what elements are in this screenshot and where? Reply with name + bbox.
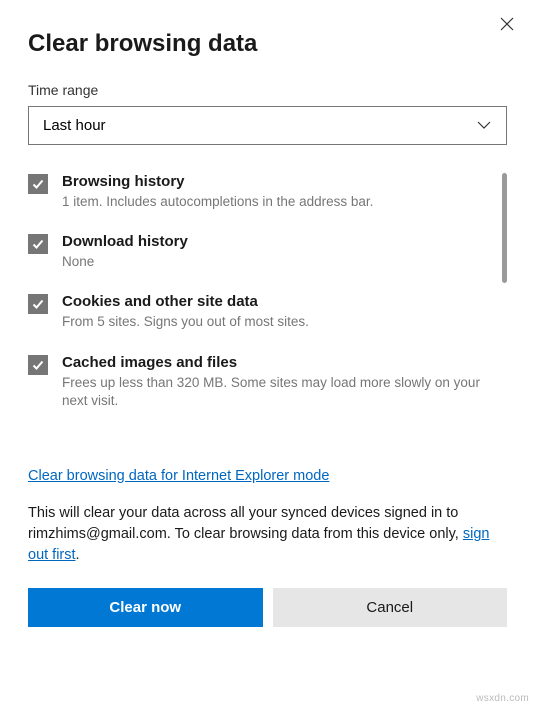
option-title: Cached images and files [62, 354, 489, 371]
chevron-down-icon [476, 117, 492, 134]
option-title: Cookies and other site data [62, 293, 489, 310]
time-range-label: Time range [28, 82, 507, 98]
checkbox-browsing-history[interactable] [28, 174, 48, 194]
option-desc: 1 item. Includes autocompletions in the … [62, 193, 489, 211]
option-desc: Frees up less than 320 MB. Some sites ma… [62, 374, 489, 410]
option-title: Download history [62, 233, 489, 250]
watermark: wsxdn.com [476, 693, 529, 704]
dialog-buttons: Clear now Cancel [28, 588, 507, 627]
cancel-button[interactable]: Cancel [273, 588, 508, 627]
options-list: Browsing history 1 item. Includes autoco… [28, 173, 507, 453]
check-icon [31, 237, 45, 251]
option-browsing-history: Browsing history 1 item. Includes autoco… [28, 173, 489, 211]
option-cached: Cached images and files Frees up less th… [28, 354, 489, 410]
checkbox-cookies[interactable] [28, 294, 48, 314]
notice-post: . [76, 547, 80, 563]
option-desc: From 5 sites. Signs you out of most site… [62, 313, 489, 331]
ie-mode-link[interactable]: Clear browsing data for Internet Explore… [28, 468, 329, 484]
checkbox-download-history[interactable] [28, 234, 48, 254]
check-icon [31, 358, 45, 372]
option-download-history: Download history None [28, 233, 489, 271]
clear-now-button[interactable]: Clear now [28, 588, 263, 627]
sync-notice: This will clear your data across all you… [28, 503, 507, 566]
option-cookies: Cookies and other site data From 5 sites… [28, 293, 489, 331]
scrollbar[interactable] [502, 173, 507, 283]
option-desc: None [62, 253, 489, 271]
dialog-title: Clear browsing data [28, 30, 507, 58]
close-icon [499, 16, 515, 32]
notice-text: This will clear your data across all you… [28, 505, 463, 542]
check-icon [31, 297, 45, 311]
clear-browsing-data-dialog: Clear browsing data Time range Last hour… [0, 0, 535, 647]
time-range-select[interactable]: Last hour [28, 106, 507, 145]
time-range-value: Last hour [43, 117, 106, 134]
close-button[interactable] [495, 12, 519, 36]
option-title: Browsing history [62, 173, 489, 190]
check-icon [31, 177, 45, 191]
checkbox-cached[interactable] [28, 355, 48, 375]
